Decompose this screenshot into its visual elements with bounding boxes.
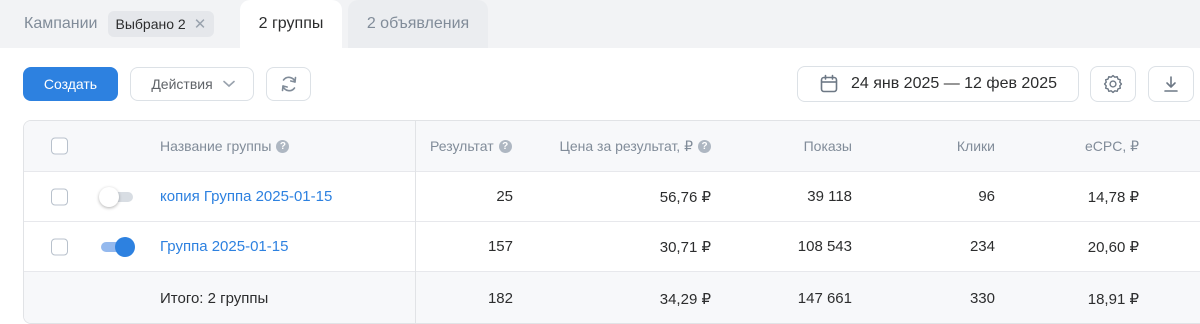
price-value: 30,71 ₽ [659,238,711,256]
help-icon[interactable]: ? [698,139,711,153]
total-clicks: 330 [969,290,995,307]
actions-dropdown[interactable]: Действия [130,67,254,101]
header-price-label: Цена за результат, ₽ [559,137,693,154]
select-all-checkbox[interactable] [51,137,68,155]
status-toggle[interactable] [99,236,135,258]
settings-button[interactable] [1090,66,1136,102]
column-divider [415,121,416,323]
status-toggle[interactable] [99,186,135,208]
row-checkbox[interactable] [51,188,68,205]
header-name[interactable]: Название группы ? [160,121,410,171]
group-name-link[interactable]: Группа 2025-01-15 [160,222,410,271]
table-header: Название группы ? Результат ? Цена за ре… [24,121,1200,172]
create-button[interactable]: Создать [23,67,118,101]
clicks-value: 96 [978,188,995,205]
shows-value: 39 118 [807,188,852,205]
header-name-label: Название группы [160,138,272,154]
refresh-button[interactable] [266,67,311,101]
help-icon[interactable]: ? [276,139,290,153]
row-checkbox[interactable] [51,238,68,255]
create-button-label: Создать [43,76,98,92]
tab-groups-label: 2 группы [258,15,324,32]
date-range-picker[interactable]: 24 янв 2025 — 12 фев 2025 [797,66,1079,102]
gear-icon [1102,73,1124,95]
group-name-link[interactable]: копия Группа 2025-01-15 [160,172,410,221]
tab-campaigns[interactable]: Кампании Выбрано 2 ✕ [0,0,230,48]
close-icon[interactable]: ✕ [194,15,207,33]
help-icon[interactable]: ? [498,139,512,153]
tab-ads-label: 2 объявления [366,15,470,32]
download-button[interactable] [1148,66,1194,102]
groups-table: Название группы ? Результат ? Цена за ре… [23,120,1200,324]
tab-ads[interactable]: 2 объявления [348,0,488,48]
total-row: Итого: 2 группы 182 34,29 ₽ 147 661 330 … [24,272,1200,323]
chevron-down-icon [222,80,235,88]
header-price[interactable]: Цена за результат, ₽ ? [524,121,711,171]
refresh-icon [279,74,299,94]
header-result[interactable]: Результат ? [430,121,520,171]
selected-chip: Выбрано 2 ✕ [107,11,215,37]
calendar-icon [819,74,839,94]
result-value: 25 [496,188,513,205]
table-row: Группа 2025-01-15 157 30,71 ₽ 108 543 23… [24,222,1200,272]
tab-bar: Кампании Выбрано 2 ✕ 2 группы 2 объявлен… [0,0,1200,48]
ecpc-value: 20,60 ₽ [1087,238,1139,256]
price-value: 56,76 ₽ [659,188,711,206]
tab-campaigns-label: Кампании [24,15,98,32]
total-result: 182 [487,290,513,307]
header-result-label: Результат [430,138,494,154]
total-label: Итого: 2 группы [160,290,269,307]
ecpc-value: 14,78 ₽ [1087,188,1139,206]
header-shows[interactable]: Показы [724,121,852,171]
selected-chip-label: Выбрано 2 [115,16,186,32]
total-price: 34,29 ₽ [659,290,711,308]
total-ecpc: 18,91 ₽ [1087,290,1139,308]
result-value: 157 [487,238,513,255]
clicks-value: 234 [969,238,995,255]
table-row: копия Группа 2025-01-15 25 56,76 ₽ 39 11… [24,172,1200,222]
download-icon [1161,74,1181,94]
header-ecpc[interactable]: eCPC, ₽ [1009,121,1139,171]
tab-groups[interactable]: 2 группы [240,0,342,48]
header-clicks[interactable]: Клики [864,121,995,171]
shows-value: 108 543 [797,238,852,255]
date-range-text: 24 янв 2025 — 12 фев 2025 [850,75,1057,92]
total-shows: 147 661 [797,290,852,307]
actions-label: Действия [151,76,213,92]
